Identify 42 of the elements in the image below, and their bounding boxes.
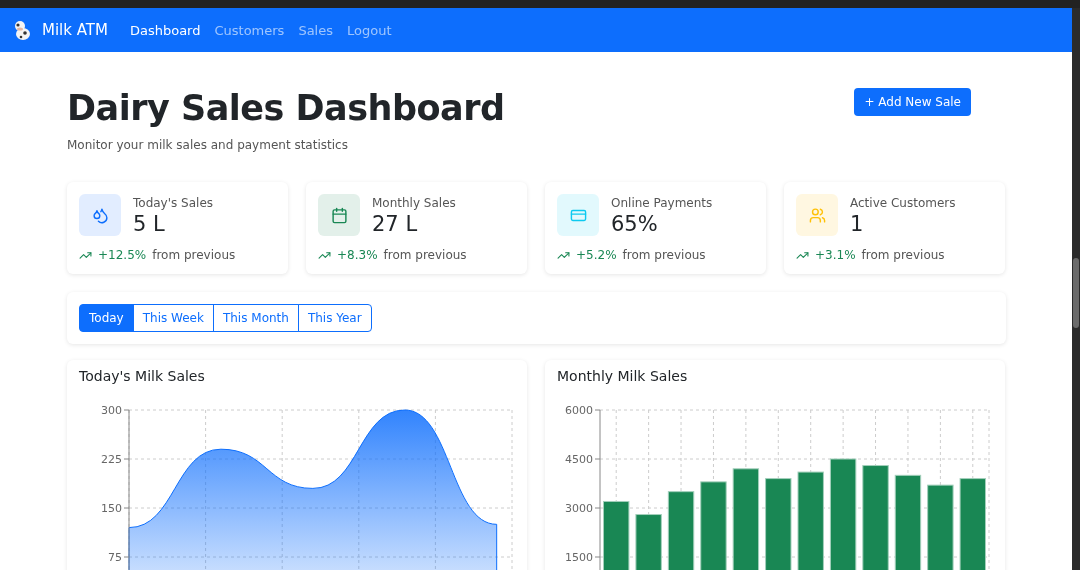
period-tab[interactable]: Today: [79, 304, 134, 332]
stat-note: from previous: [152, 248, 236, 262]
nav-link[interactable]: Customers: [210, 22, 289, 38]
stat-note: from previous: [861, 248, 945, 262]
axis-tick-label: 6000: [565, 404, 593, 417]
period-tab[interactable]: This Year: [297, 304, 372, 332]
axis-tick-label: 300: [101, 404, 122, 417]
stat-note: from previous: [622, 248, 706, 262]
stat-value: 1: [850, 212, 865, 236]
add-sale-button[interactable]: + Add New Sale: [854, 88, 971, 116]
cow-logo-icon: [12, 19, 32, 41]
chart-title: Monthly Milk Sales: [557, 368, 689, 384]
stat-value: 27 L: [372, 212, 419, 236]
stat-label: Online Payments: [611, 196, 713, 210]
page-subtitle: Monitor your milk sales and payment statistics: [67, 138, 349, 152]
stat-change: +3.1%: [815, 248, 856, 262]
brand-name[interactable]: Milk ATM: [42, 21, 108, 39]
nav-link[interactable]: Sales: [294, 22, 337, 38]
axis-tick-label: 225: [101, 453, 122, 466]
period-tab[interactable]: This Week: [132, 304, 214, 332]
axis-tick-label: 150: [101, 502, 122, 515]
stat-label: Monthly Sales: [372, 196, 456, 210]
nav-link[interactable]: Dashboard: [125, 22, 205, 38]
nav-link[interactable]: Logout: [343, 22, 396, 38]
stat-label: Today's Sales: [133, 196, 213, 210]
stat-change: +5.2%: [576, 248, 617, 262]
axis-tick-label: 1500: [565, 551, 593, 564]
page-title: Dairy Sales Dashboard: [67, 88, 505, 128]
stat-change: +12.5%: [98, 248, 147, 262]
axis-tick-label: 75: [108, 551, 122, 564]
stat-label: Active Customers: [850, 196, 956, 210]
stat-note: from previous: [383, 248, 467, 262]
axis-tick-label: 4500: [565, 453, 593, 466]
stat-value: 65%: [611, 212, 659, 236]
stat-value: 5 L: [133, 212, 166, 236]
stat-change: +8.3%: [337, 248, 378, 262]
bar: [603, 500, 630, 570]
chart-title: Today's Milk Sales: [79, 368, 206, 384]
bar: [635, 514, 662, 570]
axis-tick-label: 3000: [565, 502, 593, 515]
period-tab[interactable]: This Month: [212, 304, 299, 332]
scrollbar-thumb[interactable]: [1073, 258, 1079, 328]
